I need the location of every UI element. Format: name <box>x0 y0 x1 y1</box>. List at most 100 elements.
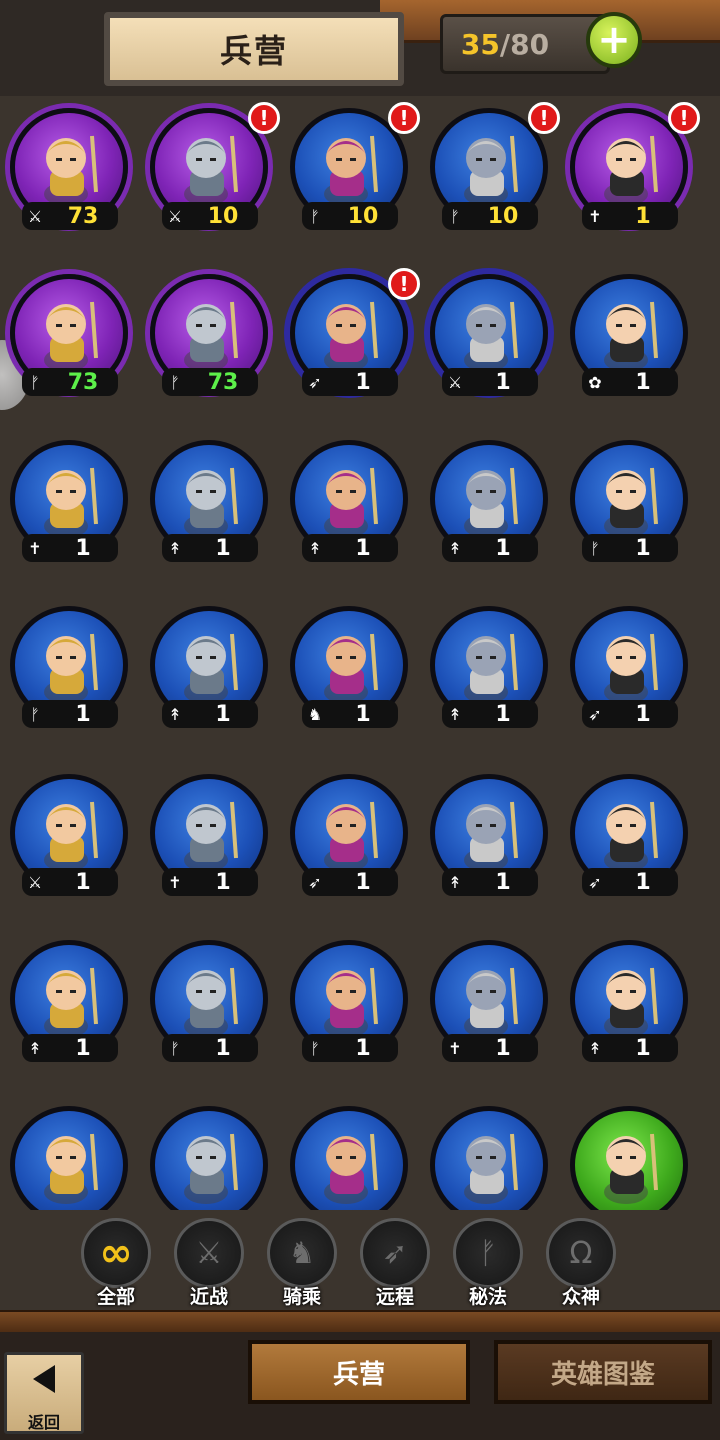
unit-card[interactable]: ♞ 1 <box>284 596 414 736</box>
unit-level: 1 <box>215 1035 231 1061</box>
unit-portrait-icon <box>604 633 658 704</box>
unit-portrait-icon <box>604 1133 658 1204</box>
unit-level: 1 <box>635 203 651 229</box>
filter-arcane[interactable]: ᚠ 秘法 <box>450 1218 526 1312</box>
filter-label: 近战 <box>189 1286 228 1308</box>
unit-card[interactable]: ⚔ 1 <box>4 764 134 904</box>
unit-grid: ⚔ 73 ⚔ 10! ᚠ 10! ᚠ 10! ✝ 1! ᚠ 73 ᚠ 73 ➶ 1! ⚔ 1 ✿ 1 ✝ 1 ↟ 1 ↟ 1 ↟ 1 ᚠ… <box>0 96 720 1210</box>
filter-mounted[interactable]: ♞ 骑乘 <box>264 1218 340 1312</box>
add-capacity-button[interactable]: + <box>586 12 642 68</box>
unit-level: 1 <box>215 869 231 895</box>
unit-card[interactable]: ↟ 1 <box>144 430 274 570</box>
unit-class-icon: ᚠ <box>170 372 180 392</box>
unit-level: 1 <box>635 535 651 561</box>
unit-card[interactable] <box>564 1096 694 1210</box>
unit-level-badge: ᚠ1 <box>302 1034 398 1062</box>
unit-portrait-icon <box>184 967 238 1038</box>
unit-level-badge: ✿ 1 <box>582 368 678 396</box>
unit-count: 35 / 80 <box>440 14 610 74</box>
unit-portrait-icon <box>324 467 378 538</box>
unit-level: 1 <box>75 869 91 895</box>
unit-class-icon: ⚔ <box>27 872 43 892</box>
unit-card[interactable]: ⚔ 10! <box>144 98 280 238</box>
filter-gods[interactable]: Ω 众神 <box>543 1218 619 1312</box>
alert-icon: ! <box>388 102 420 134</box>
unit-card[interactable]: ➶ 1 <box>564 596 694 736</box>
unit-portrait-icon <box>184 135 238 206</box>
unit-card[interactable]: ᚠ1 <box>284 930 414 1070</box>
filter-label: 远程 <box>375 1286 414 1308</box>
unit-class-icon: ✝ <box>588 206 602 226</box>
unit-level: 10 <box>487 203 519 229</box>
top-bar: 兵营 35 / 80 + <box>0 0 720 96</box>
unit-portrait-icon <box>44 633 98 704</box>
unit-class-icon: ⚔ <box>27 206 43 226</box>
unit-portrait-icon <box>184 467 238 538</box>
unit-card[interactable]: ⚔ 73 <box>4 98 134 238</box>
back-arrow-icon <box>33 1365 55 1393</box>
unit-card[interactable]: ᚠ 73 <box>144 264 274 404</box>
unit-card[interactable]: ✝ 1 <box>144 764 274 904</box>
unit-card[interactable]: ᚠ1 <box>144 930 274 1070</box>
unit-level-badge: ⚔ 1 <box>22 868 118 896</box>
count-separator: / <box>499 27 511 61</box>
unit-card[interactable]: ➶ 1 <box>284 764 414 904</box>
unit-level: 1 <box>635 701 651 727</box>
unit-level-badge: ᚠ 10 <box>442 202 538 230</box>
unit-card[interactable]: ↟ 1 <box>424 596 554 736</box>
unit-portrait-icon <box>464 1133 518 1204</box>
unit-card[interactable] <box>144 1096 274 1210</box>
unit-portrait-icon <box>604 135 658 206</box>
unit-card[interactable]: ✝ 1! <box>564 98 700 238</box>
unit-portrait-icon <box>464 301 518 372</box>
back-button[interactable]: 返回 <box>4 1352 84 1434</box>
unit-card[interactable]: ✝ 1 <box>424 930 554 1070</box>
unit-card[interactable]: ᚠ1 <box>564 430 694 570</box>
unit-card[interactable]: ⚔ 1 <box>424 264 554 404</box>
title-plate: 兵营 <box>104 12 404 86</box>
filter-all-icon: ∞ <box>81 1218 151 1288</box>
unit-card[interactable]: ↟ 1 <box>424 764 554 904</box>
alert-icon: ! <box>528 102 560 134</box>
unit-class-icon: ↟ <box>448 872 462 892</box>
unit-card[interactable]: ➶ 1! <box>284 264 420 404</box>
unit-card[interactable]: ↟ 1 <box>284 430 414 570</box>
unit-level: 1 <box>75 701 91 727</box>
unit-card[interactable]: ᚠ 10! <box>284 98 420 238</box>
unit-portrait-icon <box>184 1133 238 1204</box>
unit-portrait-icon <box>324 301 378 372</box>
unit-portrait-icon <box>184 801 238 872</box>
filter-all[interactable]: ∞ 全部 <box>78 1218 154 1312</box>
filter-ranged[interactable]: ➶ 远程 <box>357 1218 433 1312</box>
unit-card[interactable]: ↟ 1 <box>424 430 554 570</box>
unit-card[interactable]: ↟ 1 <box>4 930 134 1070</box>
unit-card[interactable] <box>284 1096 414 1210</box>
unit-card[interactable] <box>424 1096 554 1210</box>
unit-class-icon: ➶ <box>588 872 602 892</box>
unit-card[interactable]: ➶ 1 <box>564 764 694 904</box>
filter-label: 秘法 <box>468 1286 507 1308</box>
unit-level-badge: ↟ 1 <box>582 1034 678 1062</box>
unit-level: 73 <box>67 203 99 229</box>
filter-bar: ∞ 全部 ⚔ 近战 ♞ 骑乘 ➶ 远程 ᚠ 秘法 Ω 众神 <box>0 1210 720 1310</box>
filter-melee[interactable]: ⚔ 近战 <box>171 1218 247 1312</box>
unit-level-badge: ➶ 1 <box>302 868 398 896</box>
unit-portrait-icon <box>184 301 238 372</box>
filter-label: 骑乘 <box>282 1286 321 1308</box>
unit-card[interactable]: ✝ 1 <box>4 430 134 570</box>
tab-barracks[interactable]: 兵营 <box>248 1340 470 1404</box>
unit-card[interactable]: ᚠ1 <box>4 596 134 736</box>
unit-card[interactable]: ✿ 1 <box>564 264 694 404</box>
unit-portrait-icon <box>464 801 518 872</box>
unit-card[interactable]: ᚠ 10! <box>424 98 560 238</box>
count-current: 35 <box>460 27 500 61</box>
unit-class-icon: ↟ <box>168 704 182 724</box>
unit-card[interactable]: ↟ 1 <box>144 596 274 736</box>
unit-card[interactable]: ↟ 1 <box>564 930 694 1070</box>
unit-card[interactable]: ᚠ 73 <box>4 264 134 404</box>
unit-level-badge: ✝ 1 <box>582 202 678 230</box>
tab-hero-codex[interactable]: 英雄图鉴 <box>494 1340 712 1404</box>
unit-card[interactable] <box>4 1096 134 1210</box>
unit-level: 73 <box>207 369 239 395</box>
unit-level-badge: ✝ 1 <box>162 868 258 896</box>
